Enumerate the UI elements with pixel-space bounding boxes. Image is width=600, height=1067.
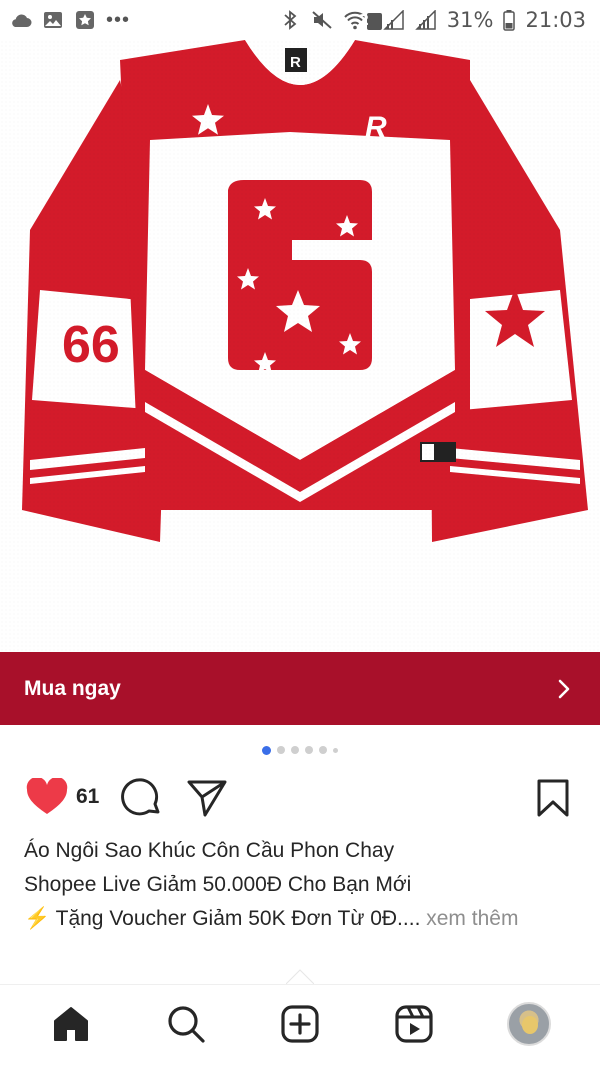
save-button[interactable] <box>536 778 570 818</box>
battery-icon <box>503 9 516 31</box>
carousel-dot <box>305 746 313 754</box>
nav-profile[interactable] <box>497 992 561 1056</box>
share-icon <box>187 780 227 817</box>
nav-home[interactable] <box>39 992 103 1056</box>
bottom-nav <box>0 986 600 1067</box>
bluetooth-icon <box>279 9 301 31</box>
caption-line-2: Shopee Live Giảm 50.000Đ Cho Bạn Mới <box>24 873 412 896</box>
nav-search[interactable] <box>154 992 218 1056</box>
profile-avatar <box>506 1001 551 1046</box>
nav-reels[interactable] <box>382 992 446 1056</box>
like-count: 61 <box>76 785 100 808</box>
carousel-dot <box>333 747 338 753</box>
carousel-indicator <box>0 744 600 756</box>
carousel-dot <box>319 746 327 754</box>
tooltip-pointer <box>286 969 314 984</box>
carousel-dot-active <box>262 745 271 755</box>
search-icon <box>167 1005 205 1043</box>
status-left: ••• <box>10 9 130 32</box>
lightning-icon: ⚡ <box>24 907 51 930</box>
clock: 21:03 <box>525 8 586 32</box>
gallery-icon <box>42 9 64 31</box>
more-notifications-icon: ••• <box>106 8 131 31</box>
nav-divider <box>0 984 600 985</box>
carousel-dot <box>291 746 299 754</box>
buy-now-bar[interactable]: Mua ngay <box>0 652 600 725</box>
comment-icon <box>121 778 160 816</box>
wifi-badge: 2 <box>358 11 370 29</box>
signal-icon-1 <box>382 9 405 31</box>
battery-percent: 31% <box>446 8 494 32</box>
bookmark-icon <box>537 779 569 817</box>
status-right: 2 31% 21:03 <box>279 8 586 32</box>
mute-icon <box>311 9 333 31</box>
caption-line-1: Áo Ngôi Sao Khúc Côn Cầu Phon Chay <box>24 839 395 862</box>
carousel-dot <box>277 746 285 754</box>
like-button[interactable]: 61 <box>26 778 99 816</box>
hockey-jersey-image: R R 66 <box>0 40 600 652</box>
chevron-right-icon <box>556 679 572 699</box>
caption-line-3: ⚡ Tặng Voucher Giảm 50K Đơn Từ 0Đ.... xe… <box>24 902 580 936</box>
star-app-icon <box>74 9 96 31</box>
nav-create[interactable] <box>268 992 332 1056</box>
status-bar: ••• 2 31% 21:03 <box>0 0 600 40</box>
caption-line-3-text: Tặng Voucher Giảm 50K Đơn Từ 0Đ.... <box>55 907 421 930</box>
share-button[interactable] <box>186 778 228 818</box>
buy-now-label: Mua ngay <box>24 676 121 700</box>
avatar-face <box>521 1015 538 1034</box>
heart-icon <box>26 778 68 814</box>
post-actions: 61 <box>0 774 600 822</box>
create-icon <box>281 1004 319 1043</box>
cloud-icon <box>10 9 32 31</box>
post-caption: Áo Ngôi Sao Khúc Côn Cầu Phon Chay Shope… <box>24 834 580 936</box>
signal-icon-2 <box>414 9 437 31</box>
see-more-link[interactable]: xem thêm <box>426 907 518 930</box>
comment-button[interactable] <box>118 778 162 820</box>
reels-icon <box>395 1004 433 1043</box>
product-image[interactable]: R R 66 6 <box>0 40 600 652</box>
home-icon <box>54 1006 89 1041</box>
